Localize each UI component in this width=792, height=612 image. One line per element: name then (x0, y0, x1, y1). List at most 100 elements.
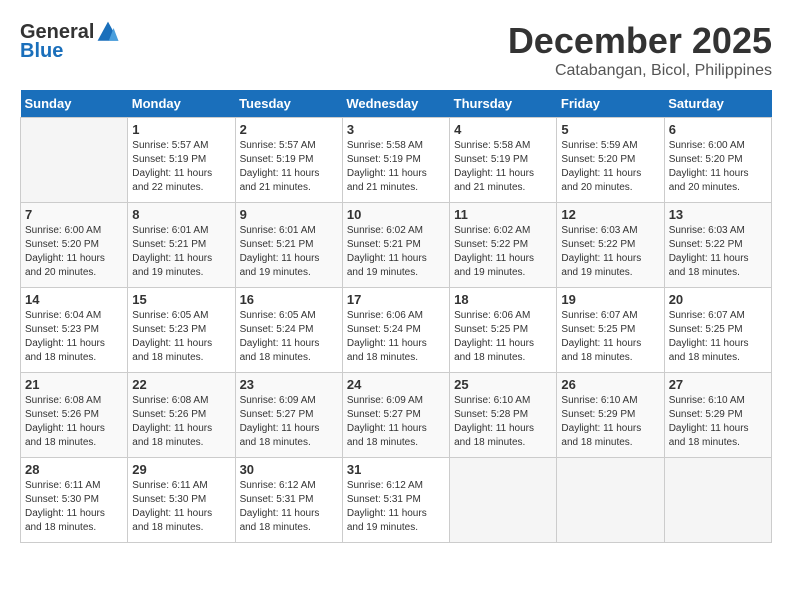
day-info: Sunrise: 6:02 AM Sunset: 5:22 PM Dayligh… (454, 224, 552, 280)
week-row-5: 28 Sunrise: 6:11 AM Sunset: 5:30 PM Dayli… (21, 458, 772, 543)
day-number: 11 (454, 207, 552, 222)
day-info: Sunrise: 5:57 AM Sunset: 5:19 PM Dayligh… (240, 139, 338, 195)
calendar-cell: 26 Sunrise: 6:10 AM Sunset: 5:29 PM Dayli… (557, 373, 664, 458)
day-number: 26 (561, 377, 659, 392)
day-number: 24 (347, 377, 445, 392)
calendar-cell: 25 Sunrise: 6:10 AM Sunset: 5:28 PM Dayli… (450, 373, 557, 458)
day-info: Sunrise: 5:59 AM Sunset: 5:20 PM Dayligh… (561, 139, 659, 195)
day-info: Sunrise: 6:12 AM Sunset: 5:31 PM Dayligh… (347, 479, 445, 535)
calendar-cell: 22 Sunrise: 6:08 AM Sunset: 5:26 PM Dayli… (128, 373, 235, 458)
day-number: 12 (561, 207, 659, 222)
day-info: Sunrise: 6:10 AM Sunset: 5:29 PM Dayligh… (561, 394, 659, 450)
day-number: 13 (669, 207, 767, 222)
calendar-cell: 6 Sunrise: 6:00 AM Sunset: 5:20 PM Daylig… (664, 118, 771, 203)
day-info: Sunrise: 6:09 AM Sunset: 5:27 PM Dayligh… (240, 394, 338, 450)
day-number: 22 (132, 377, 230, 392)
logo: General Blue (20, 20, 120, 63)
day-number: 29 (132, 462, 230, 477)
calendar-cell: 3 Sunrise: 5:58 AM Sunset: 5:19 PM Daylig… (342, 118, 449, 203)
calendar-cell: 15Sunrise: 6:05 AM Sunset: 5:23 PM Dayli… (128, 288, 235, 373)
calendar-cell: 18 Sunrise: 6:06 AM Sunset: 5:25 PM Dayli… (450, 288, 557, 373)
calendar-cell: 24 Sunrise: 6:09 AM Sunset: 5:27 PM Dayli… (342, 373, 449, 458)
day-number: 6 (669, 122, 767, 137)
day-info: Sunrise: 6:00 AM Sunset: 5:20 PM Dayligh… (25, 224, 123, 280)
title-area: December 2025 Catabangan, Bicol, Philipp… (508, 20, 772, 80)
day-info: Sunrise: 6:05 AM Sunset: 5:23 PM Dayligh… (132, 309, 230, 365)
day-number: 21 (25, 377, 123, 392)
day-info: Sunrise: 6:12 AM Sunset: 5:31 PM Dayligh… (240, 479, 338, 535)
day-number: 28 (25, 462, 123, 477)
calendar-cell: 21 Sunrise: 6:08 AM Sunset: 5:26 PM Dayli… (21, 373, 128, 458)
weekday-header-tuesday: Tuesday (235, 90, 342, 118)
calendar-cell (557, 458, 664, 543)
day-number: 18 (454, 292, 552, 307)
day-info: Sunrise: 6:01 AM Sunset: 5:21 PM Dayligh… (240, 224, 338, 280)
weekday-header-friday: Friday (557, 90, 664, 118)
day-info: Sunrise: 6:11 AM Sunset: 5:30 PM Dayligh… (132, 479, 230, 535)
day-info: Sunrise: 6:06 AM Sunset: 5:25 PM Dayligh… (454, 309, 552, 365)
calendar-cell: 17Sunrise: 6:06 AM Sunset: 5:24 PM Dayli… (342, 288, 449, 373)
calendar-cell: 16 Sunrise: 6:05 AM Sunset: 5:24 PM Dayli… (235, 288, 342, 373)
month-title: December 2025 (508, 20, 772, 62)
weekday-header-row: SundayMondayTuesdayWednesdayThursdayFrid… (21, 90, 772, 118)
day-info: Sunrise: 6:07 AM Sunset: 5:25 PM Dayligh… (669, 309, 767, 365)
day-number: 30 (240, 462, 338, 477)
day-number: 27 (669, 377, 767, 392)
day-info: Sunrise: 5:58 AM Sunset: 5:19 PM Dayligh… (347, 139, 445, 195)
calendar-cell: 14Sunrise: 6:04 AM Sunset: 5:23 PM Dayli… (21, 288, 128, 373)
day-info: Sunrise: 6:10 AM Sunset: 5:28 PM Dayligh… (454, 394, 552, 450)
calendar-cell: 11 Sunrise: 6:02 AM Sunset: 5:22 PM Dayli… (450, 203, 557, 288)
calendar-cell: 4Sunrise: 5:58 AM Sunset: 5:19 PM Daylig… (450, 118, 557, 203)
calendar-cell: 2Sunrise: 5:57 AM Sunset: 5:19 PM Daylig… (235, 118, 342, 203)
day-info: Sunrise: 6:04 AM Sunset: 5:23 PM Dayligh… (25, 309, 123, 365)
day-number: 17 (347, 292, 445, 307)
day-info: Sunrise: 6:05 AM Sunset: 5:24 PM Dayligh… (240, 309, 338, 365)
calendar-cell: 12Sunrise: 6:03 AM Sunset: 5:22 PM Dayli… (557, 203, 664, 288)
calendar-cell: 29 Sunrise: 6:11 AM Sunset: 5:30 PM Dayli… (128, 458, 235, 543)
day-number: 1 (132, 122, 230, 137)
calendar-cell: 27 Sunrise: 6:10 AM Sunset: 5:29 PM Dayli… (664, 373, 771, 458)
day-number: 20 (669, 292, 767, 307)
week-row-4: 21 Sunrise: 6:08 AM Sunset: 5:26 PM Dayli… (21, 373, 772, 458)
day-info: Sunrise: 5:57 AM Sunset: 5:19 PM Dayligh… (132, 139, 230, 195)
day-info: Sunrise: 6:07 AM Sunset: 5:25 PM Dayligh… (561, 309, 659, 365)
day-info: Sunrise: 6:00 AM Sunset: 5:20 PM Dayligh… (669, 139, 767, 195)
calendar-cell (450, 458, 557, 543)
header: General Blue December 2025 Catabangan, B… (20, 20, 772, 80)
day-number: 31 (347, 462, 445, 477)
day-info: Sunrise: 6:01 AM Sunset: 5:21 PM Dayligh… (132, 224, 230, 280)
calendar-cell: 31 Sunrise: 6:12 AM Sunset: 5:31 PM Dayli… (342, 458, 449, 543)
week-row-2: 7Sunrise: 6:00 AM Sunset: 5:20 PM Daylig… (21, 203, 772, 288)
weekday-header-wednesday: Wednesday (342, 90, 449, 118)
day-number: 23 (240, 377, 338, 392)
location-title: Catabangan, Bicol, Philippines (508, 62, 772, 80)
day-info: Sunrise: 6:08 AM Sunset: 5:26 PM Dayligh… (132, 394, 230, 450)
calendar-cell: 10Sunrise: 6:02 AM Sunset: 5:21 PM Dayli… (342, 203, 449, 288)
week-row-3: 14Sunrise: 6:04 AM Sunset: 5:23 PM Dayli… (21, 288, 772, 373)
day-number: 9 (240, 207, 338, 222)
calendar-table: SundayMondayTuesdayWednesdayThursdayFrid… (20, 90, 772, 543)
day-info: Sunrise: 6:09 AM Sunset: 5:27 PM Dayligh… (347, 394, 445, 450)
day-info: Sunrise: 5:58 AM Sunset: 5:19 PM Dayligh… (454, 139, 552, 195)
day-info: Sunrise: 6:11 AM Sunset: 5:30 PM Dayligh… (25, 479, 123, 535)
day-number: 19 (561, 292, 659, 307)
day-info: Sunrise: 6:10 AM Sunset: 5:29 PM Dayligh… (669, 394, 767, 450)
day-number: 5 (561, 122, 659, 137)
calendar-cell: 30 Sunrise: 6:12 AM Sunset: 5:31 PM Dayli… (235, 458, 342, 543)
day-number: 25 (454, 377, 552, 392)
calendar-cell: 9 Sunrise: 6:01 AM Sunset: 5:21 PM Daylig… (235, 203, 342, 288)
day-number: 3 (347, 122, 445, 137)
day-number: 10 (347, 207, 445, 222)
day-info: Sunrise: 6:08 AM Sunset: 5:26 PM Dayligh… (25, 394, 123, 450)
calendar-cell (21, 118, 128, 203)
calendar-cell: 28 Sunrise: 6:11 AM Sunset: 5:30 PM Dayli… (21, 458, 128, 543)
week-row-1: 1 Sunrise: 5:57 AM Sunset: 5:19 PM Daylig… (21, 118, 772, 203)
day-info: Sunrise: 6:03 AM Sunset: 5:22 PM Dayligh… (669, 224, 767, 280)
weekday-header-monday: Monday (128, 90, 235, 118)
calendar-cell: 19 Sunrise: 6:07 AM Sunset: 5:25 PM Dayli… (557, 288, 664, 373)
weekday-header-saturday: Saturday (664, 90, 771, 118)
day-number: 8 (132, 207, 230, 222)
day-number: 16 (240, 292, 338, 307)
calendar-cell: 13 Sunrise: 6:03 AM Sunset: 5:22 PM Dayli… (664, 203, 771, 288)
calendar-cell: 8 Sunrise: 6:01 AM Sunset: 5:21 PM Daylig… (128, 203, 235, 288)
